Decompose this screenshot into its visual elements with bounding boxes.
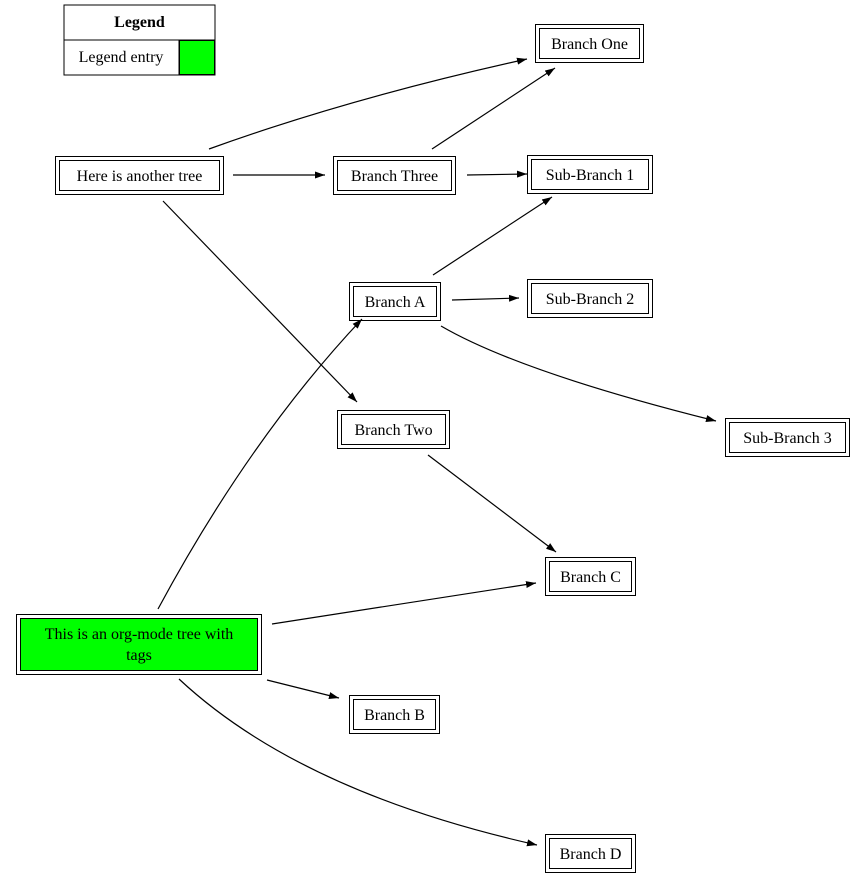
node-branch-d: Branch D	[545, 834, 636, 873]
node-sub-branch-3: Sub-Branch 3	[725, 418, 850, 457]
edge-branch-two-to-branch-c	[427, 454, 557, 553]
edge-org-tree-to-branch-c	[271, 581, 537, 625]
node-label: Branch One	[551, 36, 628, 53]
legend: Legend Legend entry	[63, 4, 216, 76]
node-label: Sub-Branch 2	[546, 291, 634, 308]
node-branch-three: Branch Three	[333, 156, 456, 195]
edge-another-tree-to-branch-one	[208, 57, 528, 150]
edge-branch-a-to-sub-branch-3	[440, 325, 717, 422]
legend-title: Legend	[114, 14, 165, 31]
node-branch-a: Branch A	[349, 282, 441, 321]
org-tree-diagram: Legend Legend entry Here is another tree…	[16, 4, 850, 873]
node-label: Branch A	[365, 294, 426, 311]
node-org-mode-tree: This is an org-mode tree with tags	[16, 614, 262, 675]
node-label: Branch C	[560, 569, 621, 586]
node-label: Here is another tree	[77, 168, 203, 185]
edge-branch-a-to-sub-branch-1	[432, 196, 553, 276]
node-label: Branch B	[364, 707, 425, 724]
legend-entry-label: Legend entry	[79, 49, 164, 66]
node-label: Branch Three	[351, 168, 438, 185]
node-branch-one: Branch One	[535, 24, 644, 63]
edge-branch-three-to-branch-one	[431, 67, 556, 150]
node-branch-two: Branch Two	[337, 410, 450, 449]
node-sub-branch-1: Sub-Branch 1	[527, 155, 653, 194]
edge-org-tree-to-branch-a	[157, 318, 363, 610]
edge-org-tree-to-branch-b	[266, 679, 340, 699]
node-branch-b: Branch B	[349, 695, 440, 734]
edge-branch-three-to-sub-branch-1	[466, 170, 528, 178]
node-label-line-2: tags	[126, 647, 152, 664]
edge-another-tree-to-branch-two	[162, 200, 358, 403]
node-label: Sub-Branch 3	[743, 430, 831, 447]
node-label: Branch D	[560, 846, 622, 863]
edge-branch-a-to-sub-branch-2	[451, 294, 520, 302]
node-label: Branch Two	[354, 422, 432, 439]
node-label-line-1: This is an org-mode tree with	[45, 626, 234, 643]
node-sub-branch-2: Sub-Branch 2	[527, 279, 653, 318]
node-another-tree: Here is another tree	[55, 156, 224, 195]
node-branch-c: Branch C	[545, 557, 636, 596]
node-label: Sub-Branch 1	[546, 167, 634, 184]
legend-color-swatch	[179, 40, 215, 75]
edge-org-tree-to-branch-d	[178, 678, 538, 847]
